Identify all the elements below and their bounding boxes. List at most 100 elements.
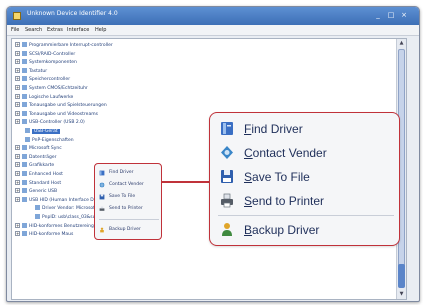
small-menu-item-label: Save To File	[109, 194, 136, 199]
tree-row[interactable]: + Standard Host	[15, 179, 61, 188]
person-upload-icon	[222, 223, 232, 236]
expand-toggle-icon[interactable]: +	[15, 59, 20, 65]
expand-toggle-icon[interactable]: +	[15, 222, 20, 228]
tree-row-label: System CMOS/Echtzeituhr	[29, 86, 88, 91]
device-icon	[22, 222, 27, 228]
tree-row[interactable]: + USB-Controller (USB 2.0)	[15, 119, 85, 127]
context-menu-small: Find Driver Contact Vender Save To File …	[94, 163, 162, 240]
book-icon	[99, 170, 105, 176]
tree-row[interactable]: PnP-Eigenschaften	[25, 136, 74, 145]
device-icon	[25, 136, 30, 142]
expand-toggle-icon[interactable]: +	[15, 179, 20, 185]
close-button[interactable]: ×	[399, 11, 409, 20]
tree-row-label: HID-konforme Maus	[29, 232, 74, 238]
small-menu-item-backup-driver[interactable]: Backup Driver	[99, 225, 159, 235]
expand-toggle-icon[interactable]: +	[15, 110, 20, 116]
expand-toggle-icon[interactable]: +	[15, 76, 20, 82]
expand-toggle-icon[interactable]: +	[15, 188, 20, 194]
tree-row-label: SCSI/RAID-Controller	[29, 51, 76, 57]
expand-toggle-icon[interactable]: +	[15, 102, 20, 108]
tree-row[interactable]: + Enhanced Host	[15, 171, 63, 179]
expand-toggle-icon[interactable]: +	[15, 145, 20, 151]
menu-interface[interactable]: Interface	[67, 27, 89, 33]
tree-row[interactable]: + SCSI/RAID-Controller	[15, 50, 76, 59]
small-menu-separator	[99, 219, 159, 220]
menu-item-contact-vender[interactable]: Contact Vender	[218, 142, 394, 164]
tree-row[interactable]: + Datenträger	[15, 153, 57, 162]
tree-row[interactable]: Driver Vendor: Microsoft	[35, 205, 96, 213]
person-upload-icon	[100, 227, 104, 233]
device-icon	[22, 145, 27, 151]
tree-row[interactable]: + Systemkomponenten	[15, 59, 77, 67]
device-icon	[22, 59, 27, 65]
menu-item-save-to-file[interactable]: Save To File	[218, 166, 394, 188]
menu-item-label: Backup Driver	[244, 223, 320, 237]
expand-toggle-icon[interactable]: +	[15, 171, 20, 176]
tree-row-label: Systemkomponenten	[29, 60, 77, 66]
menu-search[interactable]: Search	[25, 27, 42, 33]
device-icon	[22, 93, 27, 99]
menu-bar: File Search Extras Interface Help	[7, 25, 419, 36]
context-menu-zoomed: Find Driver Contact Vender Save To File	[209, 112, 400, 246]
menu-separator	[218, 215, 394, 216]
tree-row-label: PnP-Eigenschaften	[32, 137, 74, 143]
menu-help[interactable]: Help	[95, 27, 106, 33]
expand-toggle-icon[interactable]: +	[15, 196, 20, 202]
device-icon	[22, 50, 27, 56]
expand-toggle-icon[interactable]: +	[15, 93, 20, 99]
tree-row-label: Speichercontroller	[29, 77, 71, 83]
window-title: Unknown Device Identifier 4.0	[27, 10, 118, 17]
scroll-down-arrow-icon[interactable]: ▼	[397, 290, 406, 299]
menu-extras[interactable]: Extras	[47, 27, 63, 33]
menu-item-find-driver[interactable]: Find Driver	[218, 118, 394, 140]
tree-row-label: Tastatur	[29, 68, 48, 74]
tree-row[interactable]: + Generic USB	[15, 188, 57, 196]
expand-toggle-icon[interactable]: +	[15, 153, 20, 159]
tree-row[interactable]: + Microsoft Sync	[15, 145, 62, 153]
device-icon	[22, 179, 27, 185]
small-menu-item-send-to-printer[interactable]: Send to Printer	[99, 204, 159, 214]
expand-toggle-icon[interactable]: +	[15, 42, 20, 47]
tree-row[interactable]: + Tastatur	[15, 67, 48, 76]
small-menu-item-find-driver[interactable]: Find Driver	[99, 168, 159, 178]
minimize-button[interactable]: _	[373, 11, 383, 20]
expand-toggle-icon[interactable]: +	[15, 231, 20, 237]
device-icon	[22, 153, 27, 159]
expand-toggle-icon[interactable]: +	[15, 67, 20, 73]
device-icon	[22, 196, 27, 202]
globe-icon	[221, 146, 233, 159]
tree-row[interactable]: + Programmierbare Interrupt-controller	[15, 42, 113, 50]
tree-row-label: Datenträger	[29, 154, 57, 160]
zoom-connector-line	[162, 181, 209, 183]
printer-icon	[99, 206, 105, 211]
expand-toggle-icon[interactable]: +	[15, 50, 20, 56]
tree-row[interactable]: + Speichercontroller	[15, 76, 70, 84]
small-menu-item-save-to-file[interactable]: Save To File	[99, 192, 159, 202]
maximize-button[interactable]: □	[386, 11, 396, 20]
tree-row-label: Programmierbare Interrupt-controller	[29, 43, 113, 48]
tree-row[interactable]: + Tonausgabe und Videostreams	[15, 110, 98, 119]
device-icon	[22, 110, 27, 116]
tree-row[interactable]: + Logische Laufwerke	[15, 93, 73, 102]
device-icon	[22, 231, 27, 237]
tree-row[interactable]: + HID-konforme Maus	[15, 231, 73, 239]
tree-row-label: Generic USB	[29, 189, 58, 195]
expand-toggle-icon[interactable]: +	[15, 85, 20, 90]
scrollbar-thumb[interactable]	[398, 264, 405, 288]
tree-row[interactable]: + Tonausgabe und Spielsteuerungen	[15, 102, 107, 110]
menu-item-backup-driver[interactable]: Backup Driver	[218, 219, 394, 241]
tree-row[interactable]: + Grafikkarte	[15, 162, 54, 170]
scroll-up-arrow-icon[interactable]: ▲	[397, 39, 406, 48]
book-icon	[221, 122, 233, 135]
menu-file[interactable]: File	[11, 27, 19, 33]
floppy-disk-icon	[99, 194, 105, 200]
expand-toggle-icon[interactable]: +	[15, 162, 20, 168]
tree-row[interactable]: USB-Gerät	[25, 128, 60, 136]
tree-row[interactable]: + System CMOS/Echtzeituhr	[15, 85, 88, 93]
device-icon	[22, 162, 27, 168]
expand-toggle-icon[interactable]: +	[15, 119, 20, 125]
device-icon	[35, 214, 40, 219]
menu-item-label: Save To File	[244, 170, 310, 184]
menu-item-send-to-printer[interactable]: Send to Printer	[218, 190, 394, 212]
small-menu-item-contact-vender[interactable]: Contact Vender	[99, 180, 159, 190]
